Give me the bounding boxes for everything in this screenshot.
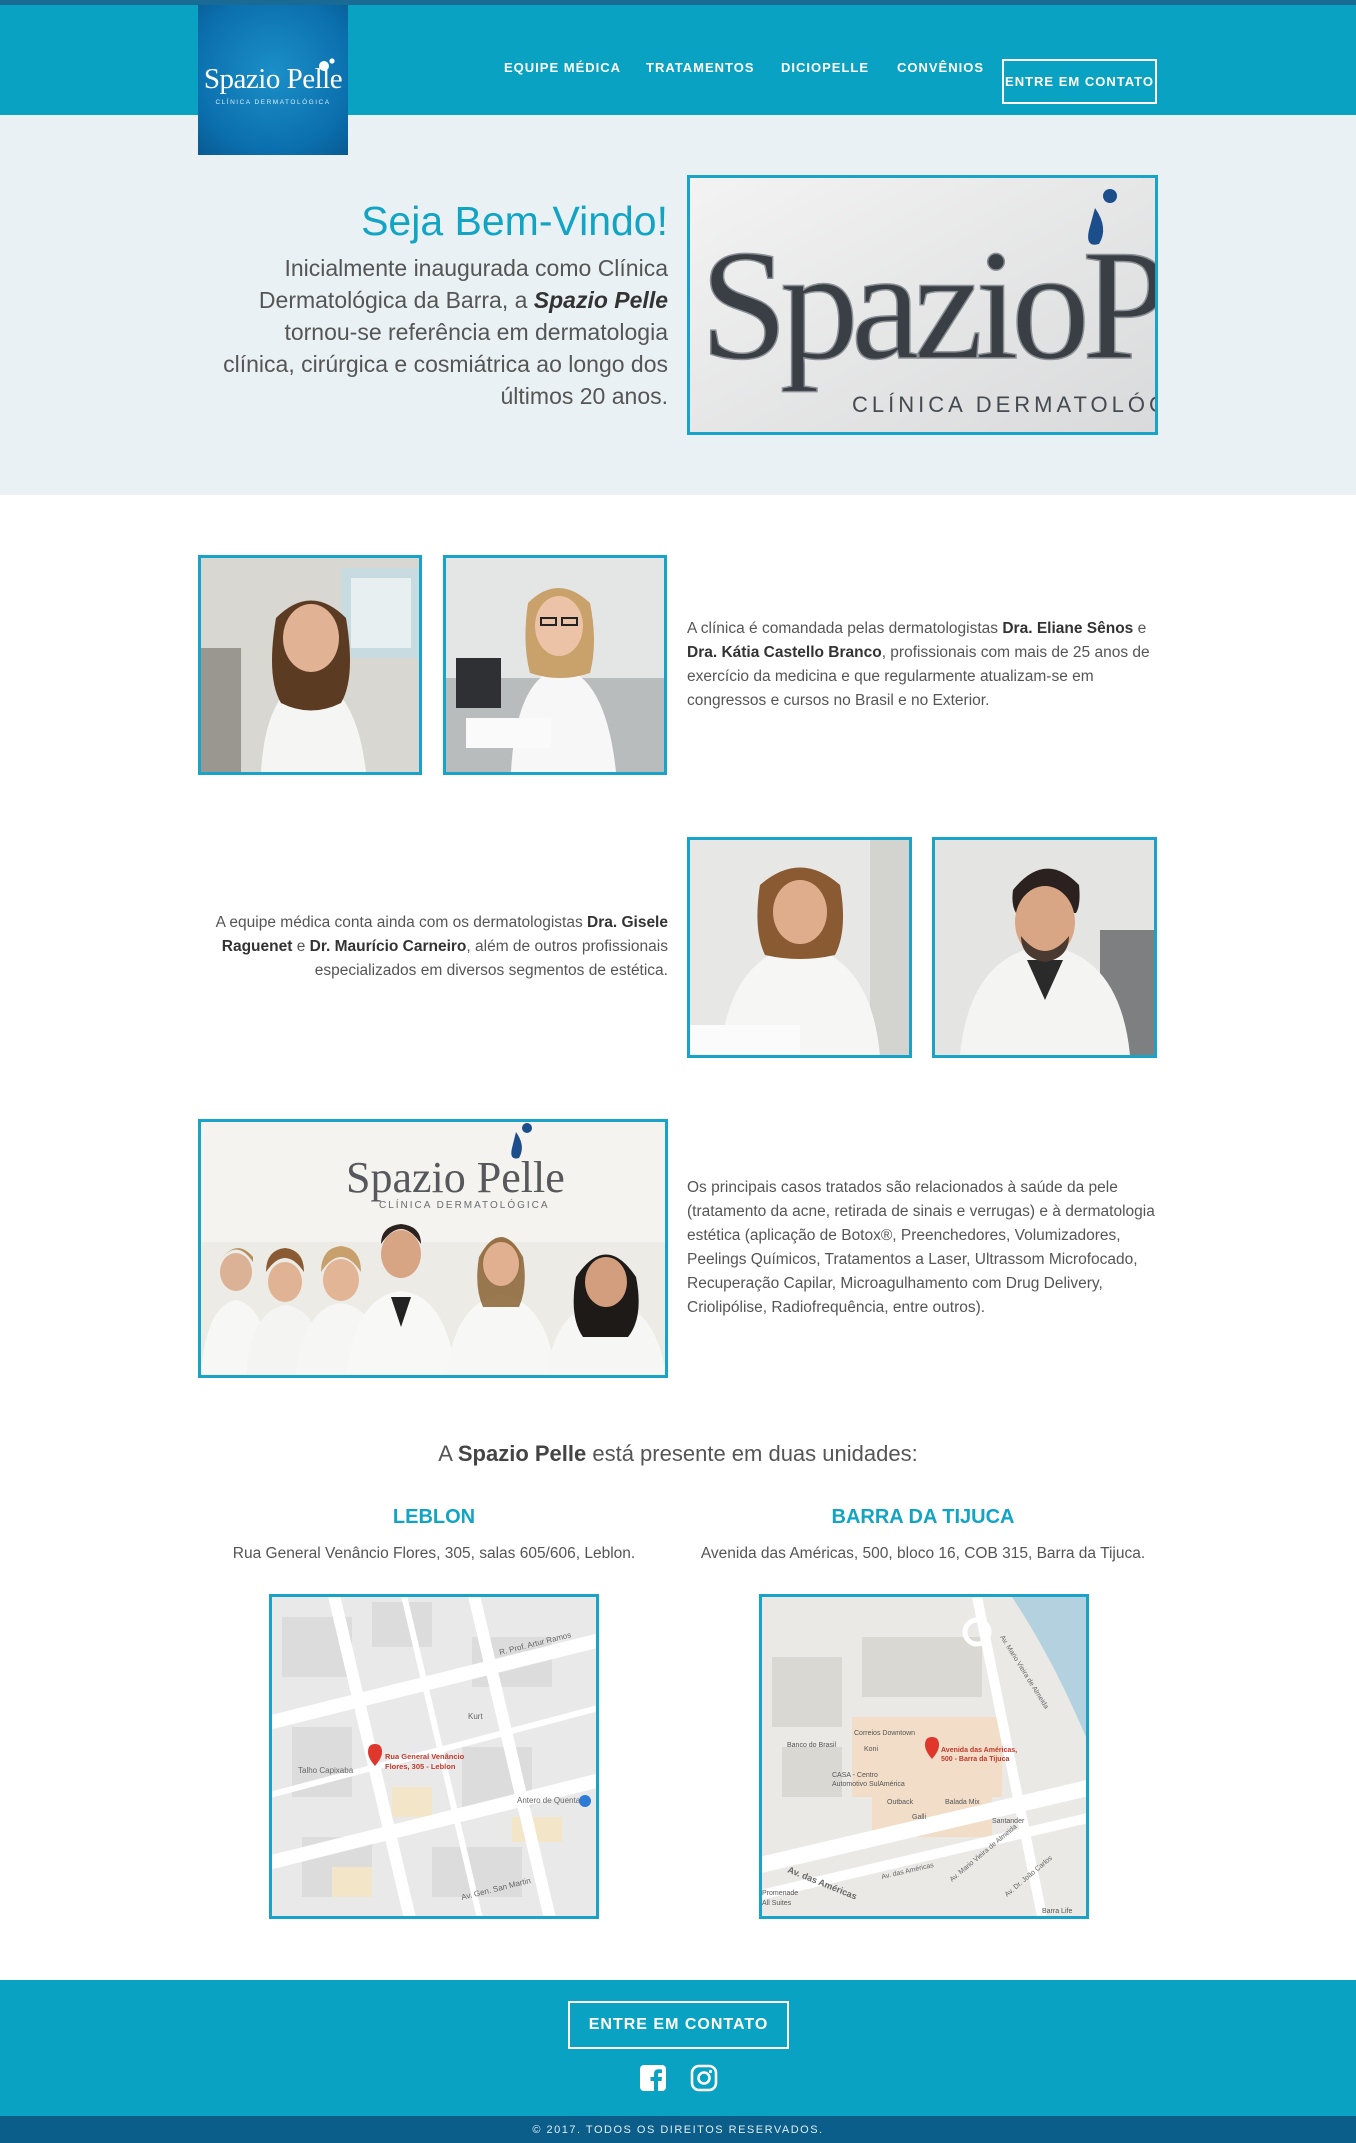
section3-text: Os principais casos tratados são relacio… bbox=[687, 1179, 1155, 1316]
team-photo: Spazio Pelle CLÍNICA DERMATOLÓGICA bbox=[198, 1119, 668, 1378]
svg-text:Talho Capixaba: Talho Capixaba bbox=[298, 1766, 354, 1775]
doctor-photo-mauricio bbox=[932, 837, 1157, 1058]
sign-word: SpazioPelle bbox=[700, 218, 1155, 393]
units-title: A Spazio Pelle está presente em duas uni… bbox=[438, 1441, 918, 1466]
footer-contact-button[interactable]: ENTRE EM CONTATO bbox=[568, 2001, 789, 2049]
hero-brand: Spazio Pelle bbox=[533, 287, 668, 313]
svg-text:Balada Mix: Balada Mix bbox=[945, 1799, 980, 1806]
svg-text:Automotivo SulAmérica: Automotivo SulAmérica bbox=[832, 1781, 905, 1788]
svg-text:CLÍNICA DERMATOLÓGICA: CLÍNICA DERMATOLÓGICA bbox=[379, 1198, 550, 1211]
map-leblon[interactable]: R. Prof. Artur Ramos Kurt Talho Capixaba… bbox=[269, 1594, 599, 1919]
instagram-icon[interactable] bbox=[690, 2064, 718, 2092]
section1-text: A clínica é comandada pelas dermatologis… bbox=[687, 620, 1150, 709]
unit-barra-address: Avenida das Américas, 500, bloco 16, COB… bbox=[700, 1545, 1146, 1562]
unit-leblon-address: Rua General Venâncio Flores, 305, salas … bbox=[232, 1545, 636, 1562]
nav-tratamentos[interactable]: TRATAMENTOS bbox=[646, 60, 755, 75]
svg-text:500 - Barra da Tijuca: 500 - Barra da Tijuca bbox=[941, 1756, 1009, 1763]
svg-text:Barra Life: Barra Life bbox=[1042, 1908, 1072, 1915]
svg-text:Promenade: Promenade bbox=[762, 1890, 798, 1897]
svg-text:CASA - Centro: CASA - Centro bbox=[832, 1772, 878, 1779]
logo-drops-icon bbox=[319, 58, 335, 71]
hero-sign-image: SpazioPelle CLÍNICA DERMATOLÓGICA bbox=[687, 175, 1158, 435]
svg-text:All Suites: All Suites bbox=[762, 1900, 792, 1907]
unit-leblon-name: LEBLON bbox=[392, 1506, 476, 1528]
hero-text: Inicialmente inaugurada como Clínica Der… bbox=[223, 255, 668, 409]
svg-text:Flores, 305 - Leblon: Flores, 305 - Leblon bbox=[385, 1762, 456, 1771]
doctor-photo-gisele bbox=[687, 837, 912, 1058]
svg-text:Outback: Outback bbox=[887, 1799, 914, 1806]
nav-convenios[interactable]: CONVÊNIOS bbox=[897, 60, 984, 75]
copyright-bar: © 2017. TODOS OS DIREITOS RESERVADOS. bbox=[0, 2116, 1356, 2143]
svg-text:CLÍNICA DERMATOLÓGICA: CLÍNICA DERMATOLÓGICA bbox=[852, 392, 1155, 417]
svg-text:Koni: Koni bbox=[864, 1746, 878, 1753]
svg-text:Santander: Santander bbox=[992, 1818, 1025, 1825]
hero-title: Seja Bem-Vindo! bbox=[361, 198, 668, 244]
svg-text:Kurt: Kurt bbox=[468, 1712, 483, 1721]
facebook-icon[interactable] bbox=[639, 2064, 667, 2092]
map-barra[interactable]: Av. Mario Vieira de Almeida Correios Dow… bbox=[759, 1594, 1089, 1919]
section2-text: A equipe médica conta ainda com os derma… bbox=[215, 914, 668, 979]
svg-text:Rua General Venâncio: Rua General Venâncio bbox=[385, 1752, 465, 1761]
svg-text:Avenida das Américas,: Avenida das Américas, bbox=[941, 1747, 1017, 1754]
nav-equipe-medica[interactable]: EQUIPE MÉDICA bbox=[504, 60, 621, 75]
nav-diciopelle[interactable]: DICIOPELLE bbox=[781, 60, 869, 75]
header-contact-button[interactable]: ENTRE EM CONTATO bbox=[1002, 59, 1157, 104]
site-logo[interactable]: Spazio Pelle CLÍNICA DERMATOLÓGICA bbox=[198, 5, 348, 155]
svg-text:Galli: Galli bbox=[912, 1814, 926, 1821]
doctor-photo-katia bbox=[443, 555, 667, 775]
svg-text:Correios Downtown: Correios Downtown bbox=[854, 1730, 915, 1737]
unit-barra-name: BARRA DA TIJUCA bbox=[831, 1506, 1015, 1528]
logo-subtitle: CLÍNICA DERMATOLÓGICA bbox=[215, 98, 331, 106]
svg-text:Spazio Pelle: Spazio Pelle bbox=[346, 1153, 565, 1202]
svg-text:Antero de Quental: Antero de Quental bbox=[517, 1796, 582, 1805]
doctor-photo-eliane bbox=[198, 555, 422, 775]
svg-text:Banco do Brasil: Banco do Brasil bbox=[787, 1742, 836, 1749]
